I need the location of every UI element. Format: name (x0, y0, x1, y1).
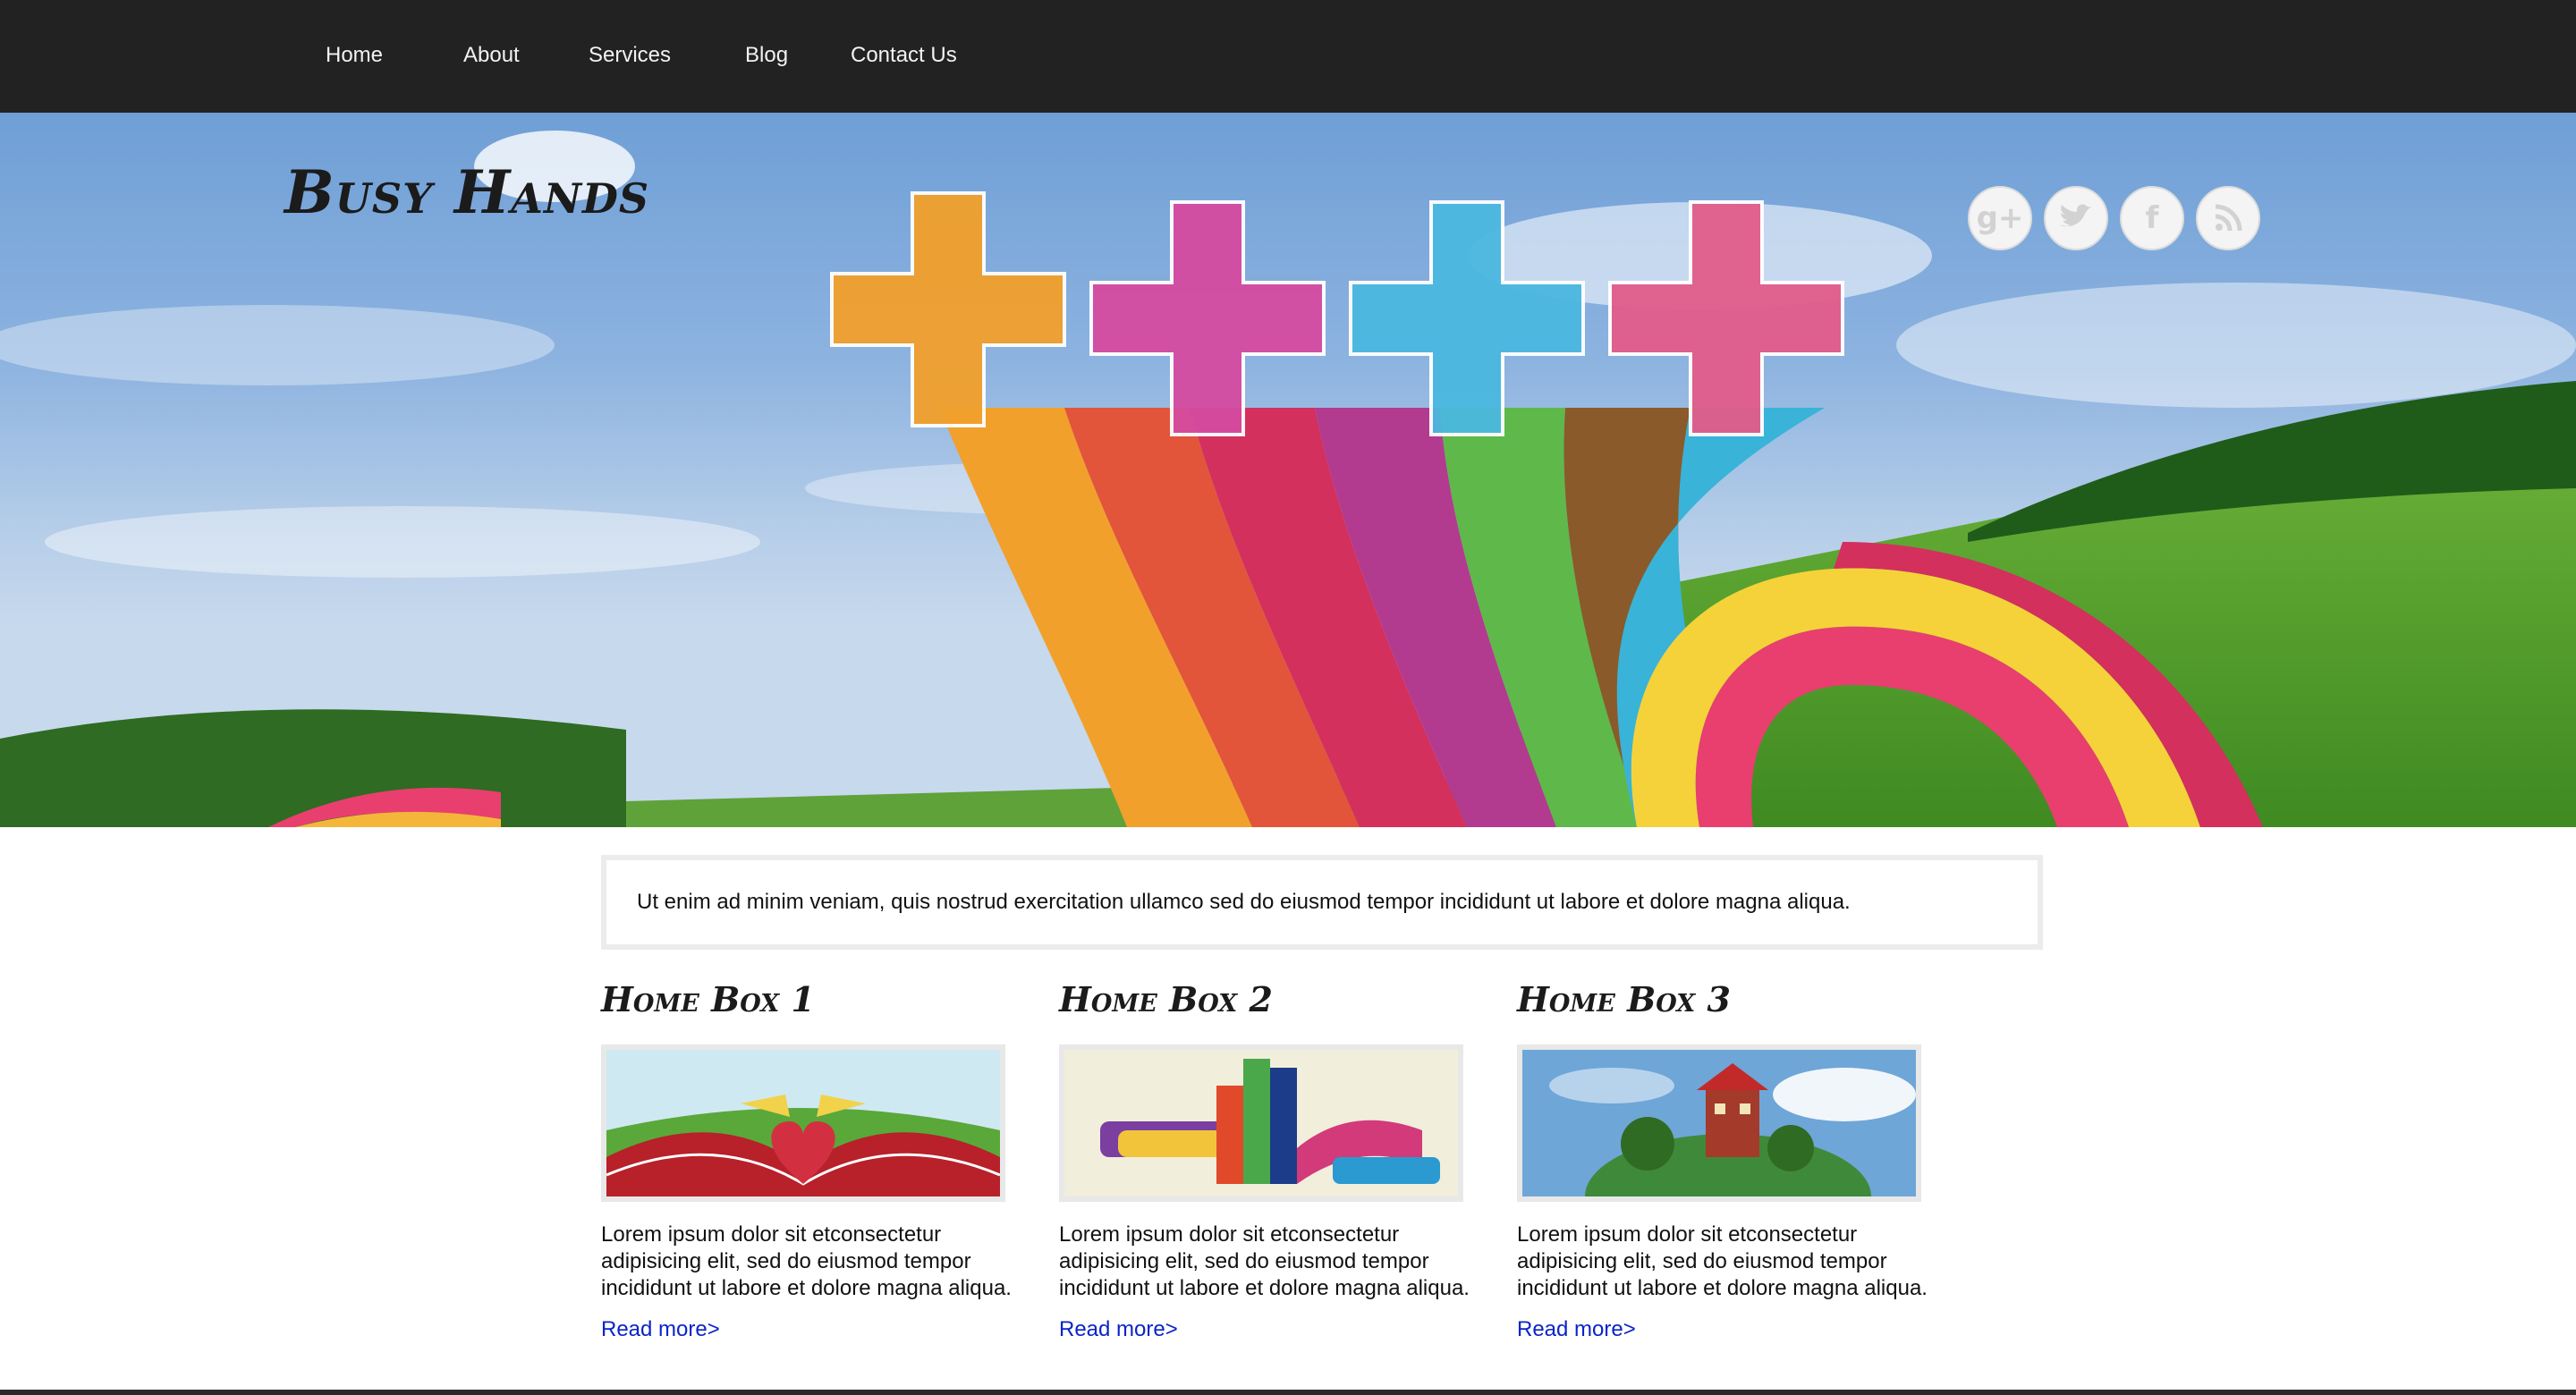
nav-link-contact-us[interactable]: Contact Us (851, 42, 957, 69)
home-box-text: Lorem ipsum dolor sit etconsectetur adip… (601, 1222, 1012, 1300)
read-more-link[interactable]: Read more> (1517, 1316, 1636, 1343)
site-title-logo[interactable]: Busy Hands (284, 157, 649, 227)
home-box-text: Lorem ipsum dolor sit etconsectetur adip… (1059, 1222, 1470, 1300)
home-box-text: Lorem ipsum dolor sit etconsectetur adip… (1517, 1222, 1928, 1300)
top-navigation-bar: Home About Services Blog Contact Us (0, 0, 2576, 113)
intro-text-box: Ut enim ad minim veniam, quis nostrud ex… (601, 855, 2043, 950)
facebook-icon[interactable]: f (2120, 186, 2184, 250)
nav-link-home[interactable]: Home (326, 42, 383, 69)
rss-icon[interactable] (2196, 186, 2260, 250)
read-more-link[interactable]: Read more> (601, 1316, 720, 1343)
home-box-1: Home Box 1 Lorem ipsum dolor sit etconse… (601, 975, 1021, 1343)
footer-divider (0, 1390, 2576, 1395)
home-box-2: Home Box 2 Lorem ipsum dolor sit etconse… (1059, 975, 1479, 1343)
home-box-2-image (1059, 1044, 1463, 1202)
nav-link-about[interactable]: About (463, 42, 520, 69)
read-more-link[interactable]: Read more> (1059, 1316, 1178, 1343)
home-box-3-image (1517, 1044, 1921, 1202)
home-box-3: Home Box 3 Lorem ipsum dolor sit etconse… (1517, 975, 1937, 1343)
hero-banner: Busy Hands g+ f (0, 113, 2576, 827)
google-plus-icon[interactable]: g+ (1968, 186, 2032, 250)
home-box-title: Home Box 3 (1517, 979, 1731, 1019)
home-box-1-image (601, 1044, 1005, 1202)
twitter-icon[interactable] (2044, 186, 2108, 250)
home-box-title: Home Box 1 (601, 979, 815, 1019)
nav-link-blog[interactable]: Blog (745, 42, 788, 69)
home-box-title: Home Box 2 (1059, 979, 1273, 1019)
nav-link-services[interactable]: Services (589, 42, 671, 69)
